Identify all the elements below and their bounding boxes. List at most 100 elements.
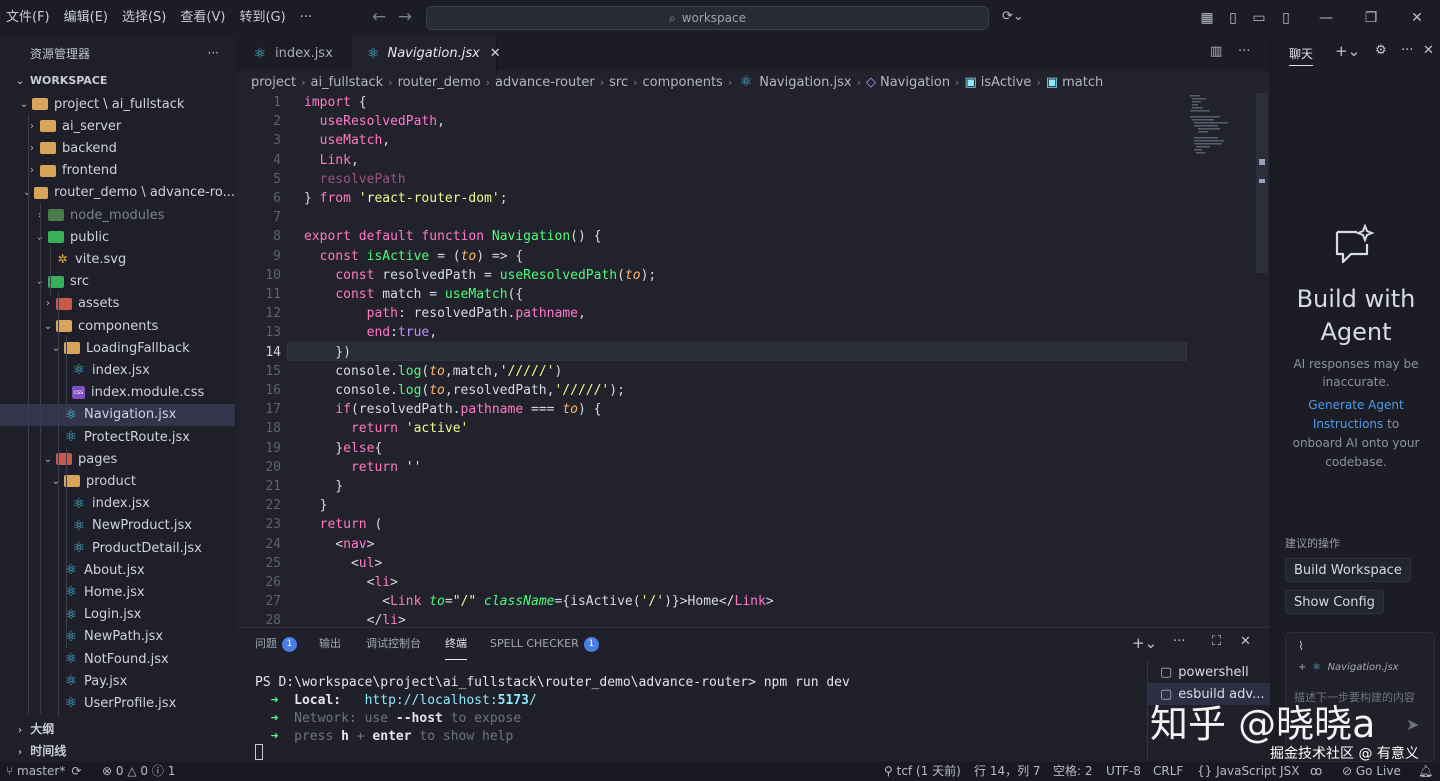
tree-item[interactable]: ⚛ index.jsx: [0, 359, 235, 381]
panel-more-icon[interactable]: ···: [1173, 634, 1185, 649]
tree-item[interactable]: › ai_server: [0, 115, 235, 137]
crumb[interactable]: Navigation.jsx: [759, 75, 851, 90]
menu-file[interactable]: 文件(F): [0, 0, 58, 36]
crumb[interactable]: router_demo: [398, 75, 481, 90]
tree-item[interactable]: ⌄ product: [0, 470, 235, 492]
crumb[interactable]: src: [609, 75, 628, 90]
tree-item[interactable]: ⚛ NotFound.jsx: [0, 648, 235, 670]
tree-item[interactable]: ⚛ Home.jsx: [0, 581, 235, 603]
problems-status[interactable]: ⊗ 0 △ 0 ⓘ 1: [102, 762, 175, 781]
build-workspace-button[interactable]: Build Workspace: [1285, 558, 1411, 582]
tree-item[interactable]: ⚛ UserProfile.jsx: [0, 692, 235, 714]
git-blame-status[interactable]: ⚲ tcf (1 天前): [884, 762, 961, 781]
crumb[interactable]: isActive: [981, 75, 1032, 90]
context-file-chip[interactable]: + ⚛ Navigation.jsx: [1298, 661, 1399, 675]
editor-more-icon[interactable]: ···: [1238, 44, 1250, 59]
menu-more[interactable]: ···: [294, 0, 320, 36]
tab-index-jsx[interactable]: ⚛ index.jsx: [237, 36, 351, 71]
editor-scrollbar[interactable]: [1256, 93, 1268, 273]
close-chat-icon[interactable]: ✕: [1423, 43, 1434, 58]
panel-tab-terminal[interactable]: 终端: [445, 628, 467, 660]
timeline-section[interactable]: › 时间线: [14, 742, 66, 759]
tree-item[interactable]: ⚛ Login.jsx: [0, 604, 235, 626]
tree-item[interactable]: ⌄public: [0, 226, 235, 248]
cursor-position[interactable]: 行 14，列 7: [974, 762, 1041, 781]
minimize-icon[interactable]: —: [1308, 0, 1344, 36]
tree-item[interactable]: ›node_modules: [0, 204, 235, 226]
terminal-item-powershell[interactable]: ▢ powershell: [1148, 661, 1270, 683]
workspace-section[interactable]: ⌄ WORKSPACE: [14, 74, 108, 87]
crumb[interactable]: Navigation: [880, 75, 950, 90]
tree-item[interactable]: ⚛ Pay.jsx: [0, 670, 235, 692]
tree-item-label: vite.svg: [75, 251, 127, 267]
menu-go[interactable]: 转到(G): [233, 0, 293, 36]
branch-status[interactable]: ⑂ master* ⟳: [6, 762, 81, 781]
new-chat-icon[interactable]: +⌄: [1335, 42, 1360, 60]
indentation-status[interactable]: 空格: 2: [1053, 762, 1093, 781]
panel-tab-output[interactable]: 输出: [319, 628, 341, 660]
language-status[interactable]: {} JavaScript JSX: [1197, 762, 1299, 781]
code-editor[interactable]: 1 2 3 4 5 6 7 8 9 10 11 12 13 14 15 16 17 18 19 20 21 22 23 24 2…: [237, 93, 1270, 627]
copilot-status-icon[interactable]: ꝏ: [1310, 762, 1322, 781]
send-icon[interactable]: ➤: [1406, 715, 1419, 734]
crumb[interactable]: ai_fullstack: [311, 75, 384, 90]
menu-edit[interactable]: 编辑(E): [58, 0, 116, 36]
tree-item-label: Navigation.jsx: [84, 407, 177, 423]
toggle-secondary-sidebar-icon[interactable]: ▯: [1268, 0, 1304, 36]
forward-arrow-icon[interactable]: →: [392, 7, 418, 27]
new-terminal-icon[interactable]: +⌄: [1132, 634, 1157, 652]
notifications-bell-icon[interactable]: 🔔︎: [1418, 762, 1433, 781]
tree-item[interactable]: ⌄ pages: [0, 448, 235, 470]
tree-item[interactable]: css index.module.css: [0, 382, 235, 404]
panel-tab-problems[interactable]: 问题 1: [255, 628, 297, 660]
maximize-panel-icon[interactable]: ⛶: [1212, 634, 1221, 649]
panel-tab-debug-console[interactable]: 调试控制台: [366, 628, 421, 660]
menu-view[interactable]: 查看(V): [174, 0, 233, 36]
tree-item[interactable]: › frontend: [0, 160, 235, 182]
minimap[interactable]: [1190, 93, 1260, 183]
back-arrow-icon[interactable]: ←: [366, 7, 392, 27]
sync-icon[interactable]: ⟳: [71, 764, 81, 778]
tree-item[interactable]: ⚛ About.jsx: [0, 559, 235, 581]
settings-gear-icon[interactable]: ⚙: [1375, 43, 1387, 58]
tree-item[interactable]: ⌄ project \ ai_fullstack: [0, 93, 235, 115]
panel-tab-spell-checker[interactable]: SPELL CHECKER 1: [490, 628, 599, 660]
close-window-icon[interactable]: ✕: [1399, 0, 1435, 36]
attach-paperclip-icon[interactable]: ⌇: [1298, 639, 1304, 653]
eol-status[interactable]: CRLF: [1153, 762, 1183, 781]
command-search[interactable]: ⌕ workspace: [426, 6, 989, 30]
tree-item[interactable]: ⌄router_demo \ advance-ro...: [0, 182, 235, 204]
menu-selection[interactable]: 选择(S): [116, 0, 174, 36]
close-tab-icon[interactable]: ✕: [490, 46, 501, 61]
tab-navigation-jsx[interactable]: ⚛ Navigation.jsx ✕: [351, 36, 501, 71]
tree-item[interactable]: ⚛ ProductDetail.jsx: [0, 537, 235, 559]
crumb[interactable]: match: [1062, 75, 1103, 90]
tree-item[interactable]: ✲ vite.svg: [0, 248, 235, 270]
close-panel-icon[interactable]: ✕: [1240, 634, 1251, 649]
tree-item[interactable]: ⚛ ProtectRoute.jsx: [0, 426, 235, 448]
copilot-icon[interactable]: ⟳⌄: [1002, 9, 1024, 24]
tree-item[interactable]: › backend: [0, 137, 235, 159]
crumb[interactable]: project: [251, 75, 296, 90]
outline-section[interactable]: › 大纲: [14, 720, 54, 737]
explorer-more-icon[interactable]: ···: [208, 46, 219, 60]
line-number: 10: [265, 267, 281, 283]
tree-item-label: index.jsx: [92, 496, 150, 512]
tree-item[interactable]: ⌄ LoadingFallback: [0, 337, 235, 359]
split-editor-icon[interactable]: ▥: [1210, 44, 1222, 59]
go-live-status[interactable]: ⊘ Go Live: [1342, 762, 1401, 781]
tree-item[interactable]: ⚛ NewProduct.jsx: [0, 515, 235, 537]
crumb[interactable]: components: [643, 75, 723, 90]
tree-item[interactable]: ⚛ index.jsx: [0, 493, 235, 515]
crumb[interactable]: advance-router: [495, 75, 595, 90]
maximize-icon[interactable]: ❐: [1353, 0, 1389, 36]
tree-item[interactable]: ⌄ components: [0, 315, 235, 337]
chat-more-icon[interactable]: ···: [1401, 43, 1413, 58]
tree-item[interactable]: › assets: [0, 293, 235, 315]
encoding-status[interactable]: UTF-8: [1106, 762, 1141, 781]
tree-item[interactable]: ⚛ NewPath.jsx: [0, 626, 235, 648]
show-config-button[interactable]: Show Config: [1285, 590, 1384, 614]
chat-tab[interactable]: 聊天: [1289, 45, 1314, 66]
tree-item[interactable]: ⌄src: [0, 271, 235, 293]
tree-item[interactable]: ⚛ Navigation.jsx: [0, 403, 235, 426]
